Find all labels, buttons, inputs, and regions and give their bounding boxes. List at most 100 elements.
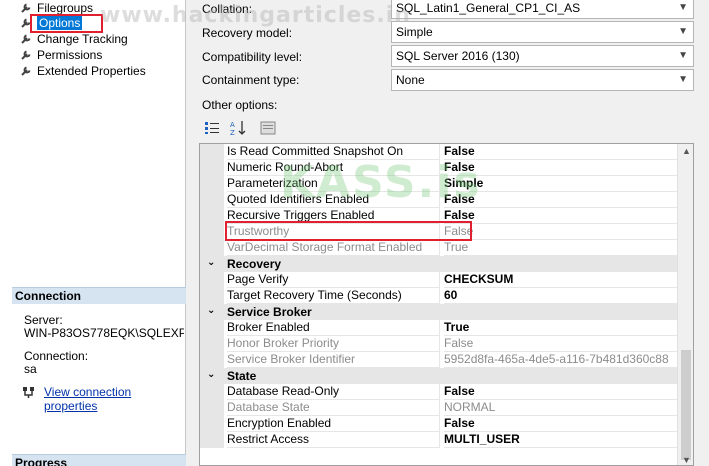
recovery-model-dropdown[interactable]: Simple ▼ <box>391 21 694 43</box>
property-name: Service Broker Identifier <box>227 352 440 368</box>
property-value: CHECKSUM <box>444 272 678 288</box>
wrench-icon <box>21 66 31 76</box>
grid-row[interactable]: Quoted Identifiers Enabled False <box>200 192 678 208</box>
trustworthy-highlight-box <box>225 221 472 241</box>
category-title: State <box>227 369 257 383</box>
property-value: True <box>444 240 678 256</box>
server-value: WIN-P83OS778EQK\SQLEXPRE <box>24 326 184 340</box>
compatibility-level-dropdown[interactable]: SQL Server 2016 (130) ▼ <box>391 45 694 67</box>
page-item-label: Permissions <box>37 48 103 62</box>
compatibility-level-value: SQL Server 2016 (130) <box>396 49 520 63</box>
property-value: 5952d8fa-465a-4de5-a116-7b481d360c88 <box>444 352 678 368</box>
collapse-chevron-icon[interactable]: ⌄ <box>207 257 215 268</box>
grid-row[interactable]: Honor Broker Priority False <box>200 336 678 352</box>
categorized-button[interactable] <box>202 118 222 138</box>
page-item-label: Change Tracking <box>37 32 128 46</box>
property-value: False <box>444 144 678 160</box>
property-name: Parameterization <box>227 176 440 192</box>
property-name: VarDecimal Storage Format Enabled <box>227 240 440 256</box>
page-item-change-tracking[interactable]: Change Tracking <box>20 31 128 47</box>
grid-row[interactable]: Broker Enabled True <box>200 320 678 336</box>
view-connection-properties-link[interactable]: View connection properties <box>44 385 185 413</box>
sort-alphabetical-icon: A Z <box>230 121 246 136</box>
property-name: Quoted Identifiers Enabled <box>227 192 440 208</box>
grid-row[interactable]: Service Broker Identifier 5952d8fa-465a-4… <box>200 352 678 368</box>
collation-value: SQL_Latin1_General_CP1_CI_AS <box>396 1 581 15</box>
scroll-up-icon[interactable]: ▲ <box>682 146 691 156</box>
scroll-down-icon[interactable]: ▼ <box>682 455 691 465</box>
chevron-down-icon: ▼ <box>678 26 688 37</box>
collapse-chevron-icon[interactable]: ⌄ <box>207 369 215 380</box>
property-pages-button[interactable] <box>258 118 278 138</box>
collation-label: Collation: <box>202 2 253 16</box>
property-name: Encryption Enabled <box>227 416 440 432</box>
wrench-icon <box>21 34 31 44</box>
property-value: NORMAL <box>444 400 678 416</box>
other-options-label: Other options: <box>202 98 278 112</box>
page-item-permissions[interactable]: Permissions <box>20 47 102 63</box>
property-name: Page Verify <box>227 272 440 288</box>
scroll-thumb[interactable] <box>681 350 691 460</box>
category-title: Service Broker <box>227 305 312 319</box>
collapse-chevron-icon[interactable]: ⌄ <box>207 305 215 316</box>
chevron-down-icon: ▼ <box>678 50 688 61</box>
wrench-icon <box>21 50 31 60</box>
grid-row[interactable]: Is Read Committed Snapshot On False <box>200 144 678 160</box>
property-name: Restrict Access <box>227 432 440 448</box>
property-value: 60 <box>444 288 678 304</box>
property-value: MULTI_USER <box>444 432 678 448</box>
server-label: Server: <box>24 313 63 327</box>
category-recovery[interactable]: ⌄ Recovery <box>200 256 678 272</box>
property-value: False <box>444 208 678 224</box>
chevron-down-icon: ▼ <box>678 74 688 85</box>
property-value: False <box>444 160 678 176</box>
property-grid-toolbar: A Z <box>202 117 278 139</box>
property-value: False <box>444 224 678 240</box>
categorized-icon <box>205 122 219 134</box>
grid-row[interactable]: Page Verify CHECKSUM <box>200 272 678 288</box>
connection-properties-icon <box>23 387 34 398</box>
property-value: Simple <box>444 176 678 192</box>
grid-row[interactable]: Target Recovery Time (Seconds) 60 <box>200 288 678 304</box>
svg-text:Z: Z <box>230 129 235 136</box>
grid-scrollbar[interactable]: ▲ ▼ <box>677 144 693 465</box>
property-value: False <box>444 336 678 352</box>
property-name: Numeric Round-Abort <box>227 160 440 176</box>
category-service-broker[interactable]: ⌄ Service Broker <box>200 304 678 320</box>
property-value: False <box>444 192 678 208</box>
property-value: False <box>444 416 678 432</box>
select-page-pane: Filegroups Options Change Tracking Permi… <box>0 0 186 466</box>
grid-row[interactable]: Encryption Enabled False <box>200 416 678 432</box>
property-value: False <box>444 384 678 400</box>
grid-row[interactable]: Database State NORMAL <box>200 400 678 416</box>
compatibility-level-label: Compatibility level: <box>202 50 303 64</box>
property-name: Is Read Committed Snapshot On <box>227 144 440 160</box>
grid-row[interactable]: VarDecimal Storage Format Enabled True <box>200 240 678 256</box>
recovery-model-value: Simple <box>396 25 433 39</box>
property-name: Honor Broker Priority <box>227 336 440 352</box>
property-name: Broker Enabled <box>227 320 440 336</box>
property-name: Target Recovery Time (Seconds) <box>227 288 440 304</box>
containment-type-dropdown[interactable]: None ▼ <box>391 69 694 91</box>
containment-type-value: None <box>396 73 425 87</box>
category-title: Recovery <box>227 257 282 271</box>
page-item-label: Filegroups <box>37 1 94 15</box>
collation-dropdown[interactable]: SQL_Latin1_General_CP1_CI_AS ▼ <box>391 0 694 19</box>
wrench-icon <box>21 3 31 13</box>
recovery-model-label: Recovery model: <box>202 26 293 40</box>
connection-value: sa <box>24 362 37 376</box>
property-name: Database Read-Only <box>227 384 440 400</box>
page-item-extended-properties[interactable]: Extended Properties <box>20 63 146 79</box>
connection-header: Connection <box>12 287 186 304</box>
connection-label: Connection: <box>24 349 89 363</box>
grid-row[interactable]: Restrict Access MULTI_USER <box>200 432 678 448</box>
property-grid[interactable]: Is Read Committed Snapshot On False Numer… <box>199 143 694 466</box>
grid-row[interactable]: Database Read-Only False <box>200 384 678 400</box>
category-state[interactable]: ⌄ State <box>200 368 678 384</box>
grid-row[interactable]: Parameterization Simple <box>200 176 678 192</box>
svg-text:A: A <box>230 121 235 129</box>
property-name: Database State <box>227 400 440 416</box>
alphabetical-button[interactable]: A Z <box>228 118 248 138</box>
grid-row[interactable]: Numeric Round-Abort False <box>200 160 678 176</box>
progress-header: Progress <box>12 454 186 466</box>
